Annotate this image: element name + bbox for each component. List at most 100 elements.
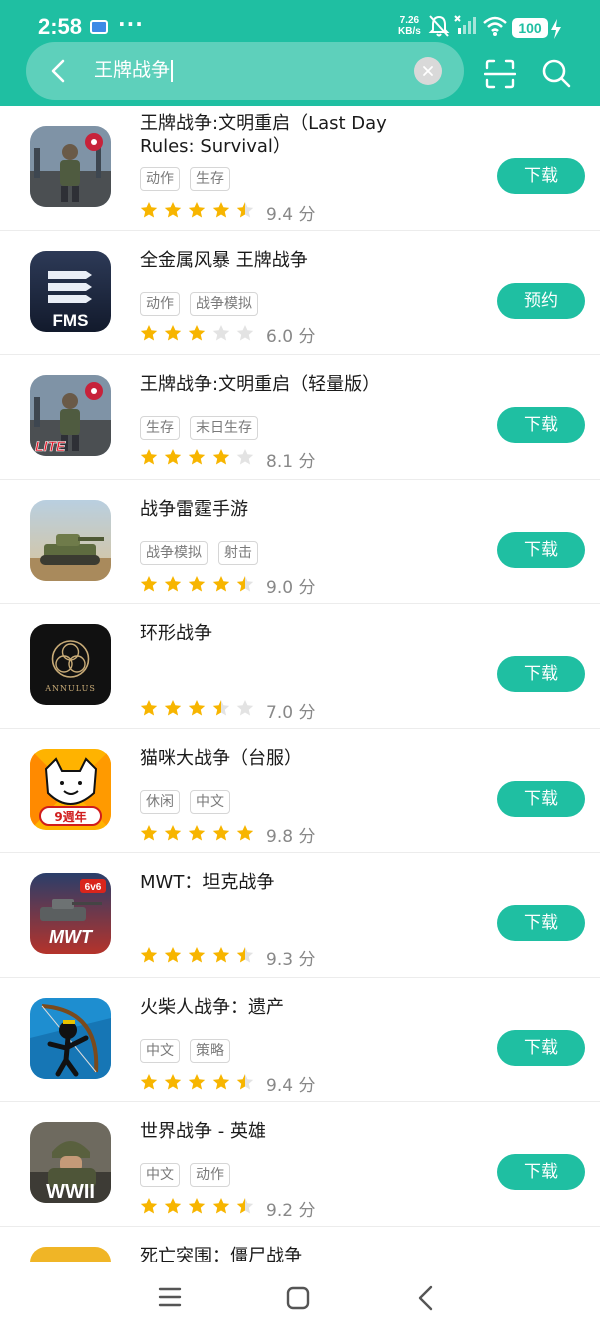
star-rating — [140, 1197, 260, 1219]
star-filled-icon — [188, 824, 206, 840]
search-icon[interactable] — [540, 57, 572, 89]
star-filled-icon — [140, 700, 158, 716]
star-rating — [140, 448, 260, 470]
signal-off-icon — [454, 15, 476, 34]
text-cursor — [171, 59, 173, 82]
app-list-item[interactable]: WWII 世界战争 - 英雄 中文 动作 9.2 分 下载 — [0, 1102, 600, 1227]
app-list-item[interactable]: LITE 王牌战争:文明重启（轻量版） 生存 末日生存 8.1 分 下载 — [0, 355, 600, 480]
home-icon[interactable] — [286, 1286, 310, 1310]
star-rating — [140, 824, 260, 846]
annulus-logo-icon[interactable]: ANNULUS — [30, 624, 111, 705]
app-list-item[interactable]: 战争雷霆手游 战争模拟 射击 9.0 分 下载 — [0, 480, 600, 604]
star-rating — [140, 575, 260, 597]
network-speed-unit: KB/s — [398, 26, 421, 37]
wallet-icon — [90, 20, 108, 34]
download-button[interactable]: 下载 — [497, 1154, 585, 1190]
tag-list: 中文 策略 — [140, 1038, 240, 1063]
reserve-button[interactable]: 预约 — [497, 282, 585, 319]
zombie-game-icon[interactable] — [30, 1246, 111, 1262]
app-list-item[interactable]: 火柴人战争：遗产 中文 策略 9.4 分 下载 — [0, 978, 600, 1102]
back-arrow-icon[interactable] — [44, 56, 74, 86]
mwt-tank-icon[interactable]: 6v6 MWT — [30, 873, 111, 954]
star-filled-icon — [188, 575, 206, 591]
star-half-icon — [236, 575, 254, 591]
tag: 动作 — [190, 1163, 230, 1187]
tank-icon[interactable] — [30, 499, 111, 581]
score: 8.1 分 — [266, 451, 316, 472]
app-list-item[interactable]: 6v6 MWT MWT：坦克战争 9.3 分 下载 — [0, 853, 600, 978]
star-filled-icon — [164, 202, 182, 218]
star-filled-icon — [212, 1073, 230, 1089]
wwii-soldier-icon[interactable]: WWII — [30, 1122, 111, 1203]
star-filled-icon — [140, 202, 158, 218]
score: 9.0 分 — [266, 578, 316, 598]
app-list-item[interactable]: FMS 全金属风暴 王牌战争 动作 战争模拟 6.0 分 预约 — [0, 231, 600, 355]
search-input[interactable]: 王牌战争 — [94, 57, 173, 83]
star-filled-icon — [140, 947, 158, 963]
star-filled-icon — [164, 1198, 182, 1214]
clear-search-icon[interactable] — [414, 57, 442, 85]
status-bar: 2:58 ··· 7.26 KB/s 100 — [0, 0, 600, 44]
star-half-icon — [236, 1073, 254, 1089]
zombie-soldier-lite-icon[interactable]: LITE — [30, 375, 111, 456]
menu-icon[interactable] — [158, 1286, 182, 1308]
battery-level: 100 — [512, 18, 548, 38]
app-title[interactable]: 战争雷霆手游 — [140, 498, 440, 521]
download-button[interactable]: 下载 — [497, 158, 585, 194]
scan-icon[interactable] — [484, 58, 516, 90]
tag-list: 中文 动作 — [140, 1163, 240, 1187]
app-title[interactable]: 世界战争 - 英雄 — [140, 1120, 440, 1143]
stickman-archer-icon[interactable] — [30, 997, 111, 1079]
download-button[interactable]: 下载 — [497, 407, 585, 443]
status-time: 2:58 — [38, 14, 83, 39]
rating: 9.4 分 — [140, 1073, 316, 1096]
app-title[interactable]: 环形战争 — [140, 622, 440, 645]
star-empty-icon — [212, 324, 230, 340]
star-filled-icon — [140, 1198, 158, 1214]
charging-icon — [551, 19, 561, 39]
star-rating — [140, 201, 260, 223]
anniversary-badge-text: 9週年 — [54, 809, 86, 824]
search-bar[interactable]: 王牌战争 — [26, 42, 464, 100]
download-button[interactable]: 下载 — [497, 656, 585, 692]
search-query: 王牌战争 — [94, 59, 171, 81]
score: 9.4 分 — [266, 1076, 316, 1096]
rating: 7.0 分 — [140, 699, 315, 723]
wwii-logo-text: WWII — [46, 1181, 95, 1203]
mode-badge-text: 6v6 — [85, 882, 102, 893]
download-button[interactable]: 下载 — [497, 1029, 585, 1066]
rating: 6.0 分 — [140, 324, 315, 347]
app-list-item[interactable]: 王牌战争:文明重启（Last Day Rules: Survival） 动作 生存… — [0, 106, 600, 231]
app-title[interactable]: 死亡突围：僵尸战争 — [140, 1245, 440, 1263]
app-title[interactable]: 火柴人战争：遗产 — [140, 996, 440, 1019]
mwt-logo-text: MWT — [49, 927, 94, 947]
download-button[interactable]: 下载 — [497, 905, 585, 941]
tag-list: 动作 生存 — [140, 167, 240, 191]
tag: 生存 — [140, 416, 180, 440]
star-filled-icon — [164, 947, 182, 963]
star-half-icon — [236, 202, 254, 218]
app-list-item[interactable]: 死亡突围：僵尸战争 — [0, 1227, 600, 1263]
fms-logo-icon[interactable]: FMS — [30, 250, 111, 332]
cat-icon[interactable]: 9週年 — [30, 748, 111, 830]
tag: 动作 — [140, 291, 180, 316]
star-filled-icon — [164, 700, 182, 716]
score: 9.4 分 — [266, 204, 316, 225]
star-filled-icon — [140, 575, 158, 591]
app-title[interactable]: 猫咪大战争（台服） — [140, 747, 440, 770]
app-title[interactable]: 全金属风暴 王牌战争 — [140, 249, 440, 272]
zombie-soldier-icon[interactable] — [30, 126, 111, 207]
app-title[interactable]: 王牌战争:文明重启（Last Day Rules: Survival） — [140, 112, 440, 158]
star-filled-icon — [164, 449, 182, 465]
star-filled-icon — [188, 700, 206, 716]
back-icon[interactable] — [416, 1285, 436, 1311]
wifi-icon — [483, 16, 507, 36]
app-title[interactable]: MWT：坦克战争 — [140, 871, 440, 894]
download-button[interactable]: 下载 — [497, 780, 585, 817]
app-title[interactable]: 王牌战争:文明重启（轻量版） — [140, 373, 440, 396]
star-filled-icon — [164, 824, 182, 840]
download-button[interactable]: 下载 — [497, 531, 585, 568]
app-list-item[interactable]: 9週年 猫咪大战争（台服） 休闲 中文 9.8 分 下载 — [0, 729, 600, 853]
app-list-item[interactable]: ANNULUS 环形战争 7.0 分 下载 — [0, 604, 600, 729]
tag: 射击 — [218, 540, 258, 565]
